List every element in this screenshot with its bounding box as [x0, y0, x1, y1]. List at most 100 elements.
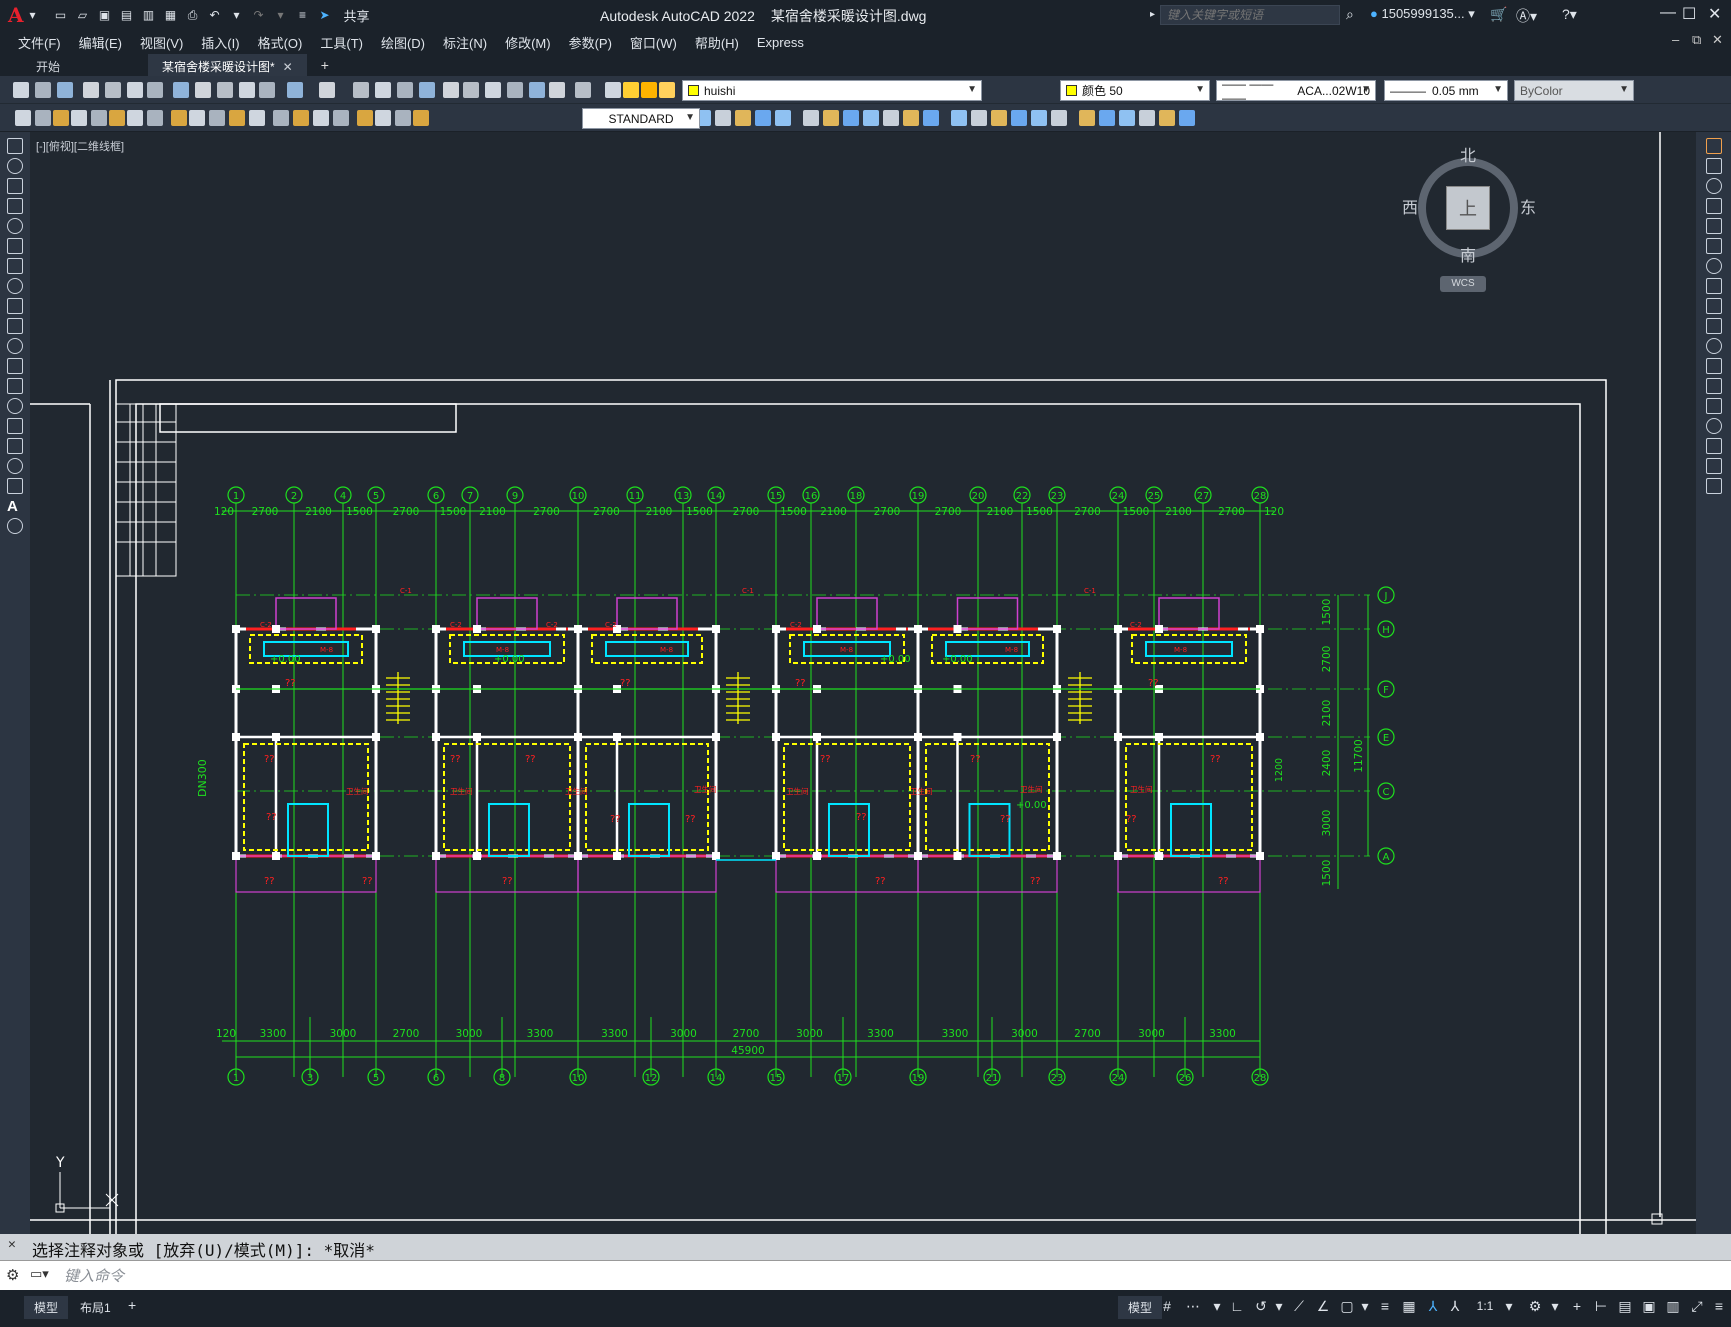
add-selected-icon[interactable]	[7, 518, 23, 534]
dim-ordinate-icon[interactable]	[71, 110, 87, 126]
pan-icon[interactable]	[353, 82, 369, 98]
workspace-gear-icon[interactable]: ⚙	[1526, 1297, 1544, 1315]
dim-linear-icon[interactable]	[15, 110, 31, 126]
3d-print-icon[interactable]	[147, 82, 163, 98]
isolate-icon[interactable]	[1099, 110, 1115, 126]
draworder-icon[interactable]	[1011, 110, 1027, 126]
revision-cloud-icon[interactable]	[7, 278, 23, 294]
dim-edit-icon[interactable]	[357, 110, 373, 126]
explode-icon[interactable]	[1706, 478, 1722, 494]
paste-icon[interactable]	[217, 82, 233, 98]
dim-arc-icon[interactable]	[53, 110, 69, 126]
open-file-icon[interactable]: ▱	[74, 6, 92, 24]
new-tab-icon[interactable]: +	[321, 57, 329, 73]
publish-icon[interactable]	[127, 82, 143, 98]
dim-text-edit-icon[interactable]	[375, 110, 391, 126]
group-edit-icon[interactable]	[991, 110, 1007, 126]
scale-dropdown-icon[interactable]: ▾	[1500, 1297, 1518, 1315]
dim-aligned-icon[interactable]	[35, 110, 51, 126]
plotstyle-dropdown[interactable]: ByColor ▼	[1514, 80, 1634, 101]
dim-jogged-icon[interactable]	[109, 110, 125, 126]
measure-icon[interactable]	[1159, 110, 1175, 126]
undo-icon[interactable]: ↶	[206, 6, 224, 24]
revcloud-icon[interactable]	[863, 110, 879, 126]
add-layout-icon[interactable]: +	[118, 1294, 146, 1316]
plot-icon[interactable]	[83, 82, 99, 98]
quick-properties-icon[interactable]: ▤	[1616, 1297, 1634, 1315]
doc-close-icon[interactable]: ✕	[1712, 32, 1723, 48]
insert-block-icon[interactable]	[7, 358, 23, 374]
break-icon[interactable]	[1706, 378, 1722, 394]
autodesk-app-icon[interactable]: Ⓐ▾	[1516, 6, 1537, 26]
circle-icon[interactable]	[7, 258, 23, 274]
menu-format[interactable]: 格式(O)	[258, 33, 303, 52]
properties-icon[interactable]	[443, 82, 459, 98]
bring-front-icon[interactable]	[1051, 110, 1067, 126]
inspect-icon[interactable]	[313, 110, 329, 126]
trim-icon[interactable]	[1706, 318, 1722, 334]
ellipse-arc-icon[interactable]	[7, 338, 23, 354]
lineweight-dropdown[interactable]: ——— 0.05 mm ▼	[1384, 80, 1508, 101]
undo-icon[interactable]	[287, 82, 303, 98]
annotation-visibility-icon[interactable]: ⅄	[1424, 1297, 1442, 1315]
redo-icon[interactable]: ↷	[250, 6, 268, 24]
make-block-icon[interactable]	[7, 378, 23, 394]
center-mark-icon[interactable]	[293, 110, 309, 126]
lock-ui-icon[interactable]: ▣	[1640, 1297, 1658, 1315]
dim-break-icon[interactable]	[249, 110, 265, 126]
open-web-icon[interactable]: ▥	[140, 6, 158, 24]
model-space-button[interactable]: 模型	[1118, 1296, 1163, 1319]
menu-dimension[interactable]: 标注(N)	[443, 33, 487, 52]
design-center-icon[interactable]	[463, 82, 479, 98]
line-icon[interactable]	[7, 138, 23, 154]
layer-on-icon[interactable]	[623, 82, 639, 98]
share-label[interactable]: 共享	[344, 6, 370, 25]
table-icon[interactable]	[803, 110, 819, 126]
geolocate-icon[interactable]	[1179, 110, 1195, 126]
maximize-icon[interactable]: ☐	[1682, 4, 1696, 24]
polar-icon[interactable]: ↺	[1252, 1297, 1270, 1315]
text-style-dropdown[interactable]: STANDARD ▼	[582, 108, 700, 129]
tool-palettes-icon[interactable]	[485, 82, 501, 98]
hatch-icon[interactable]	[883, 110, 899, 126]
menu-help[interactable]: 帮助(H)	[695, 33, 739, 52]
layout-tab-layout1[interactable]: 布局1	[70, 1296, 121, 1319]
viewcube-top-face[interactable]: 上	[1446, 186, 1490, 230]
help-icon[interactable]: ?▾	[1562, 6, 1577, 23]
compass-north[interactable]: 北	[1460, 142, 1476, 166]
offset-icon[interactable]	[1706, 198, 1722, 214]
hatch-icon[interactable]	[7, 418, 23, 434]
qnew-icon[interactable]	[13, 82, 29, 98]
transparency-icon[interactable]: ▦	[1400, 1297, 1418, 1315]
workspace-dropdown-icon[interactable]: ▾	[1546, 1297, 1564, 1315]
fullscreen-icon[interactable]: ⤢	[1688, 1297, 1706, 1315]
zoom-previous-icon[interactable]	[419, 82, 435, 98]
menu-express[interactable]: Express	[757, 35, 804, 50]
menu-tools[interactable]: 工具(T)	[320, 33, 363, 52]
ortho-icon[interactable]: ∟	[1228, 1297, 1246, 1315]
search-icon[interactable]: ⌕	[1346, 6, 1354, 23]
dim-space-icon[interactable]	[229, 110, 245, 126]
redo-icon[interactable]	[319, 82, 335, 98]
remove-leader-icon[interactable]	[715, 110, 731, 126]
save-icon[interactable]	[57, 82, 73, 98]
join-icon[interactable]	[1706, 398, 1722, 414]
grid-icon[interactable]: #	[1158, 1297, 1176, 1315]
minimize-icon[interactable]: —	[1660, 4, 1676, 22]
layer-properties-icon[interactable]	[605, 82, 621, 98]
plot-icon[interactable]: ⎙	[184, 6, 202, 24]
group-icon[interactable]	[951, 110, 967, 126]
menu-modify[interactable]: 修改(M)	[505, 33, 551, 52]
tab-start[interactable]: 开始	[22, 54, 148, 76]
menu-file[interactable]: 文件(F)	[18, 33, 61, 52]
multiline-text-icon[interactable]: A	[7, 498, 23, 515]
zoom-realtime-icon[interactable]	[375, 82, 391, 98]
jog-line-icon[interactable]	[333, 110, 349, 126]
dim-update-icon[interactable]	[395, 110, 411, 126]
drawing-canvas[interactable]: [-][俯视][二维线框] 1 2 4 5 6 7 9 10 11 13 14 …	[30, 132, 1696, 1234]
menu-draw[interactable]: 绘图(D)	[381, 33, 425, 52]
layer-dropdown[interactable]: huishi ▼	[682, 80, 982, 101]
table-icon[interactable]	[7, 478, 23, 494]
object-snap-icon[interactable]: ▢	[1338, 1297, 1356, 1315]
command-input[interactable]	[64, 1265, 1664, 1287]
